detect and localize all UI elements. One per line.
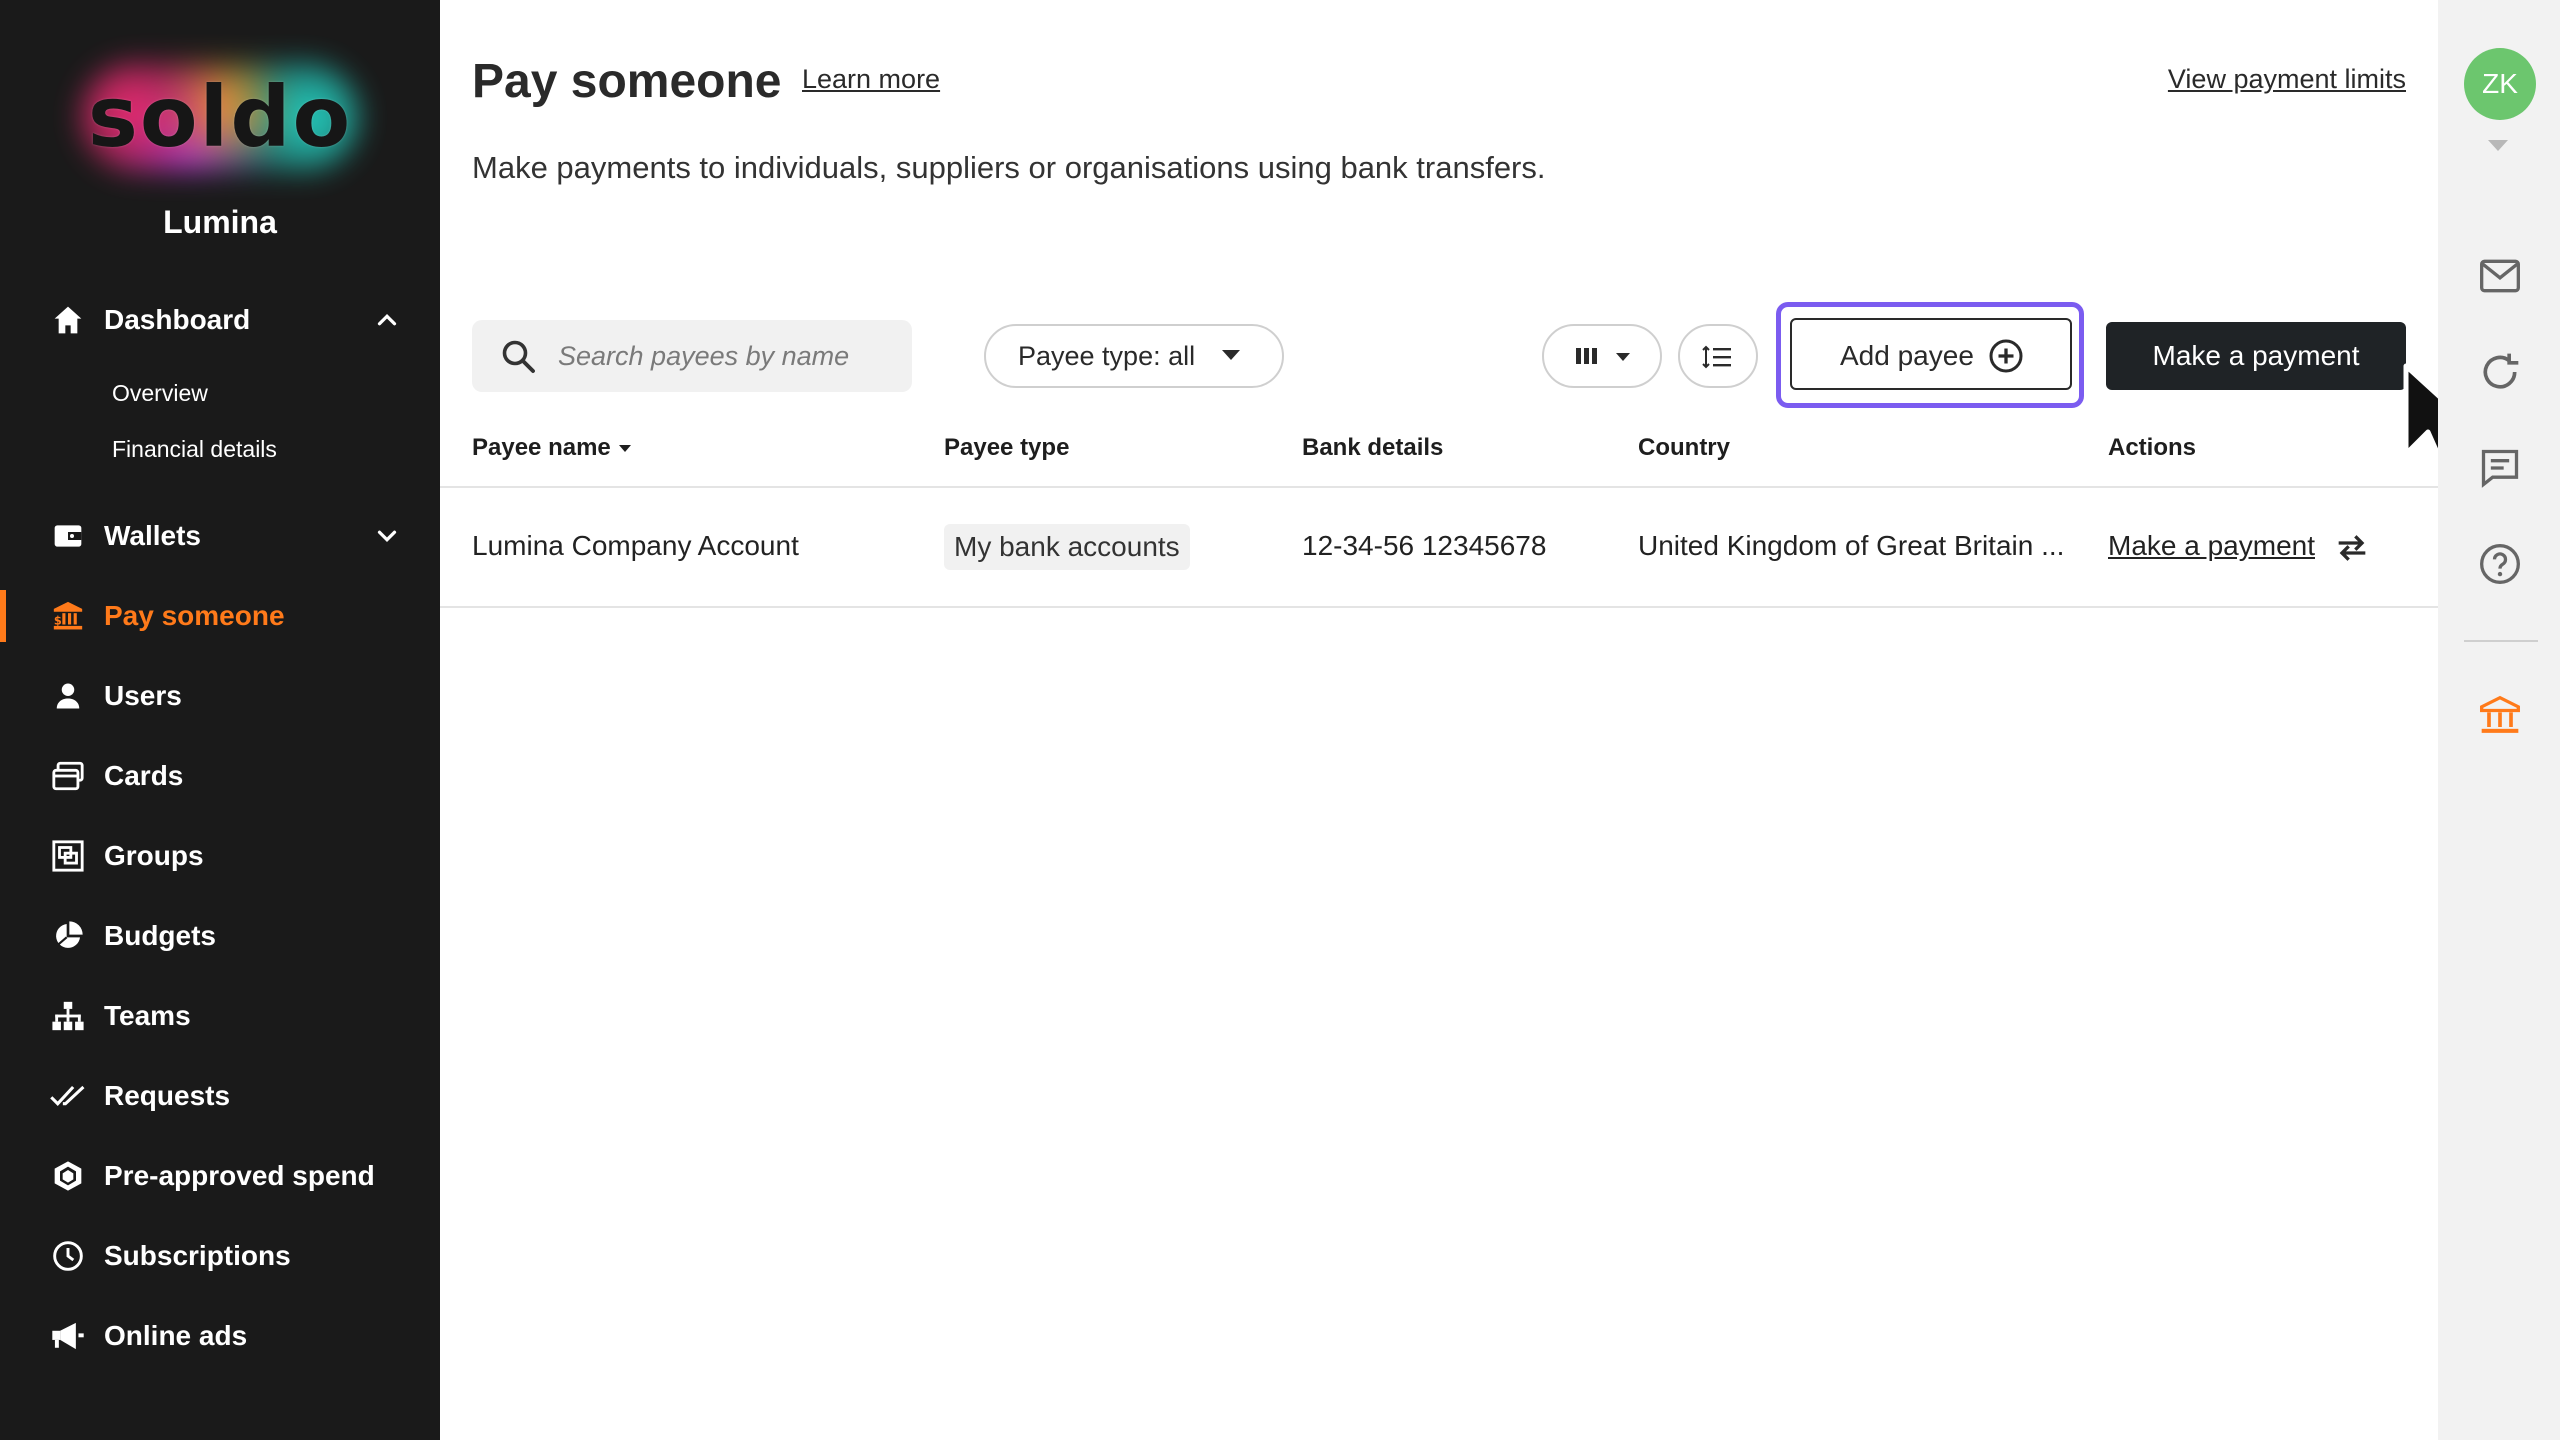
logo-text: soldo bbox=[87, 68, 353, 166]
home-icon bbox=[48, 300, 88, 340]
soldo-logo[interactable]: soldo bbox=[60, 52, 380, 182]
organisation-name: Lumina bbox=[163, 204, 277, 240]
sidebar-item-label: Teams bbox=[104, 1000, 191, 1031]
sidebar-item-label: Wallets bbox=[104, 520, 201, 551]
sidebar-subitem-overview[interactable]: Overview bbox=[112, 380, 208, 407]
caret-down-icon[interactable] bbox=[2488, 140, 2508, 151]
sidebar-item-groups[interactable]: Groups bbox=[0, 824, 440, 888]
sidebar-item-label: Groups bbox=[104, 840, 204, 871]
payee-type-label: Payee type: all bbox=[1018, 340, 1196, 371]
sidebar-item-teams[interactable]: Teams bbox=[0, 984, 440, 1048]
caret-down-icon bbox=[1222, 350, 1240, 360]
table-row-divider bbox=[440, 606, 2438, 608]
user-icon bbox=[48, 676, 88, 716]
columns-toggle-button[interactable] bbox=[1542, 324, 1662, 388]
column-header-payee-name[interactable]: Payee name bbox=[472, 434, 631, 462]
column-header-payee-type: Payee type bbox=[944, 434, 1070, 461]
view-payment-limits-link[interactable]: View payment limits bbox=[2168, 64, 2406, 95]
chevron-down-icon[interactable] bbox=[372, 521, 402, 551]
sidebar-item-online-ads[interactable]: Online ads bbox=[0, 1304, 440, 1368]
sidebar-item-label: Online ads bbox=[104, 1320, 248, 1351]
sidebar-item-label: Subscriptions bbox=[104, 1240, 291, 1271]
column-header-bank-details: Bank details bbox=[1302, 434, 1444, 461]
row-make-payment-link[interactable]: Make a payment bbox=[2108, 530, 2315, 562]
sidebar-item-label: Pre-approved spend bbox=[104, 1160, 375, 1191]
megaphone-icon bbox=[48, 1316, 88, 1356]
svg-text:$: $ bbox=[54, 614, 62, 628]
org-chart-icon bbox=[48, 996, 88, 1036]
sort-options-button[interactable] bbox=[1678, 324, 1758, 388]
right-rail: ZK bbox=[2438, 0, 2560, 1440]
sidebar-subitem-financial-details[interactable]: Financial details bbox=[112, 436, 277, 463]
payee-type-tag: My bank accounts bbox=[944, 524, 1190, 570]
sidebar-item-label: Budgets bbox=[104, 920, 216, 951]
wallet-icon bbox=[48, 516, 88, 556]
groups-icon bbox=[48, 836, 88, 876]
sidebar-item-label: Users bbox=[104, 680, 182, 711]
bank-icon[interactable] bbox=[2478, 694, 2522, 738]
cell-country: United Kingdom of Great Britain ... bbox=[1638, 530, 2065, 561]
chevron-up-icon[interactable] bbox=[372, 305, 402, 335]
pie-chart-icon bbox=[48, 916, 88, 956]
cell-bank-details: 12-34-56 12345678 bbox=[1302, 530, 1547, 561]
bank-pay-icon: $ bbox=[48, 596, 88, 636]
learn-more-link[interactable]: Learn more bbox=[802, 64, 940, 95]
app-window: soldo Lumina Dashboard Overview Financia… bbox=[0, 0, 2560, 1440]
double-check-icon bbox=[48, 1076, 88, 1116]
avatar[interactable]: ZK bbox=[2464, 48, 2536, 120]
sidebar-item-pre-approved-spend[interactable]: Pre-approved spend bbox=[0, 1144, 440, 1208]
page-subtitle: Make payments to individuals, suppliers … bbox=[472, 150, 1546, 185]
sidebar-item-budgets[interactable]: Budgets bbox=[0, 904, 440, 968]
column-header-label: Payee name bbox=[472, 434, 611, 461]
plus-circle-icon bbox=[1989, 339, 2023, 373]
page-title: Pay someone bbox=[472, 55, 782, 108]
chat-icon[interactable] bbox=[2478, 446, 2522, 490]
sort-caret-icon bbox=[618, 445, 631, 453]
sidebar-item-users[interactable]: Users bbox=[0, 664, 440, 728]
help-icon[interactable] bbox=[2478, 542, 2522, 586]
main-content: Pay someone Learn more View payment limi… bbox=[440, 0, 2477, 1440]
table-header-divider bbox=[440, 486, 2438, 488]
column-header-country: Country bbox=[1638, 434, 1730, 461]
sidebar-item-wallets[interactable]: Wallets bbox=[0, 504, 440, 568]
hexagon-icon bbox=[48, 1156, 88, 1196]
transfer-arrows-icon[interactable] bbox=[2332, 528, 2372, 568]
search-icon bbox=[502, 340, 535, 373]
column-header-actions: Actions bbox=[2108, 434, 2197, 461]
cards-icon bbox=[48, 756, 88, 796]
add-payee-label: Add payee bbox=[1840, 340, 1974, 371]
cell-payee-name: Lumina Company Account bbox=[472, 530, 799, 561]
sidebar-item-pay-someone[interactable]: $ Pay someone bbox=[0, 584, 440, 648]
sidebar-item-label: Pay someone bbox=[104, 600, 285, 631]
search-input[interactable] bbox=[558, 320, 898, 392]
add-payee-button[interactable]: Add payee bbox=[1790, 318, 2072, 390]
mail-icon[interactable] bbox=[2478, 254, 2522, 298]
sidebar-item-requests[interactable]: Requests bbox=[0, 1064, 440, 1128]
columns-icon bbox=[1576, 348, 1597, 364]
payee-type-dropdown[interactable]: Payee type: all bbox=[984, 324, 1284, 388]
sidebar-item-cards[interactable]: Cards bbox=[0, 744, 440, 808]
sort-list-icon bbox=[1702, 345, 1731, 369]
caret-down-icon bbox=[1616, 353, 1630, 361]
sidebar-item-subscriptions[interactable]: Subscriptions bbox=[0, 1224, 440, 1288]
sidebar-item-label: Requests bbox=[104, 1080, 231, 1111]
sidebar-item-label: Cards bbox=[104, 760, 184, 791]
refresh-icon[interactable] bbox=[2478, 350, 2522, 394]
search-box bbox=[472, 320, 912, 392]
rail-divider bbox=[2464, 640, 2538, 642]
clock-icon bbox=[48, 1236, 88, 1276]
sidebar-item-dashboard[interactable]: Dashboard bbox=[0, 288, 440, 352]
sidebar-item-label: Dashboard bbox=[104, 304, 251, 335]
make-payment-button[interactable]: Make a payment bbox=[2106, 322, 2406, 390]
sidebar: soldo Lumina Dashboard Overview Financia… bbox=[0, 0, 440, 1440]
